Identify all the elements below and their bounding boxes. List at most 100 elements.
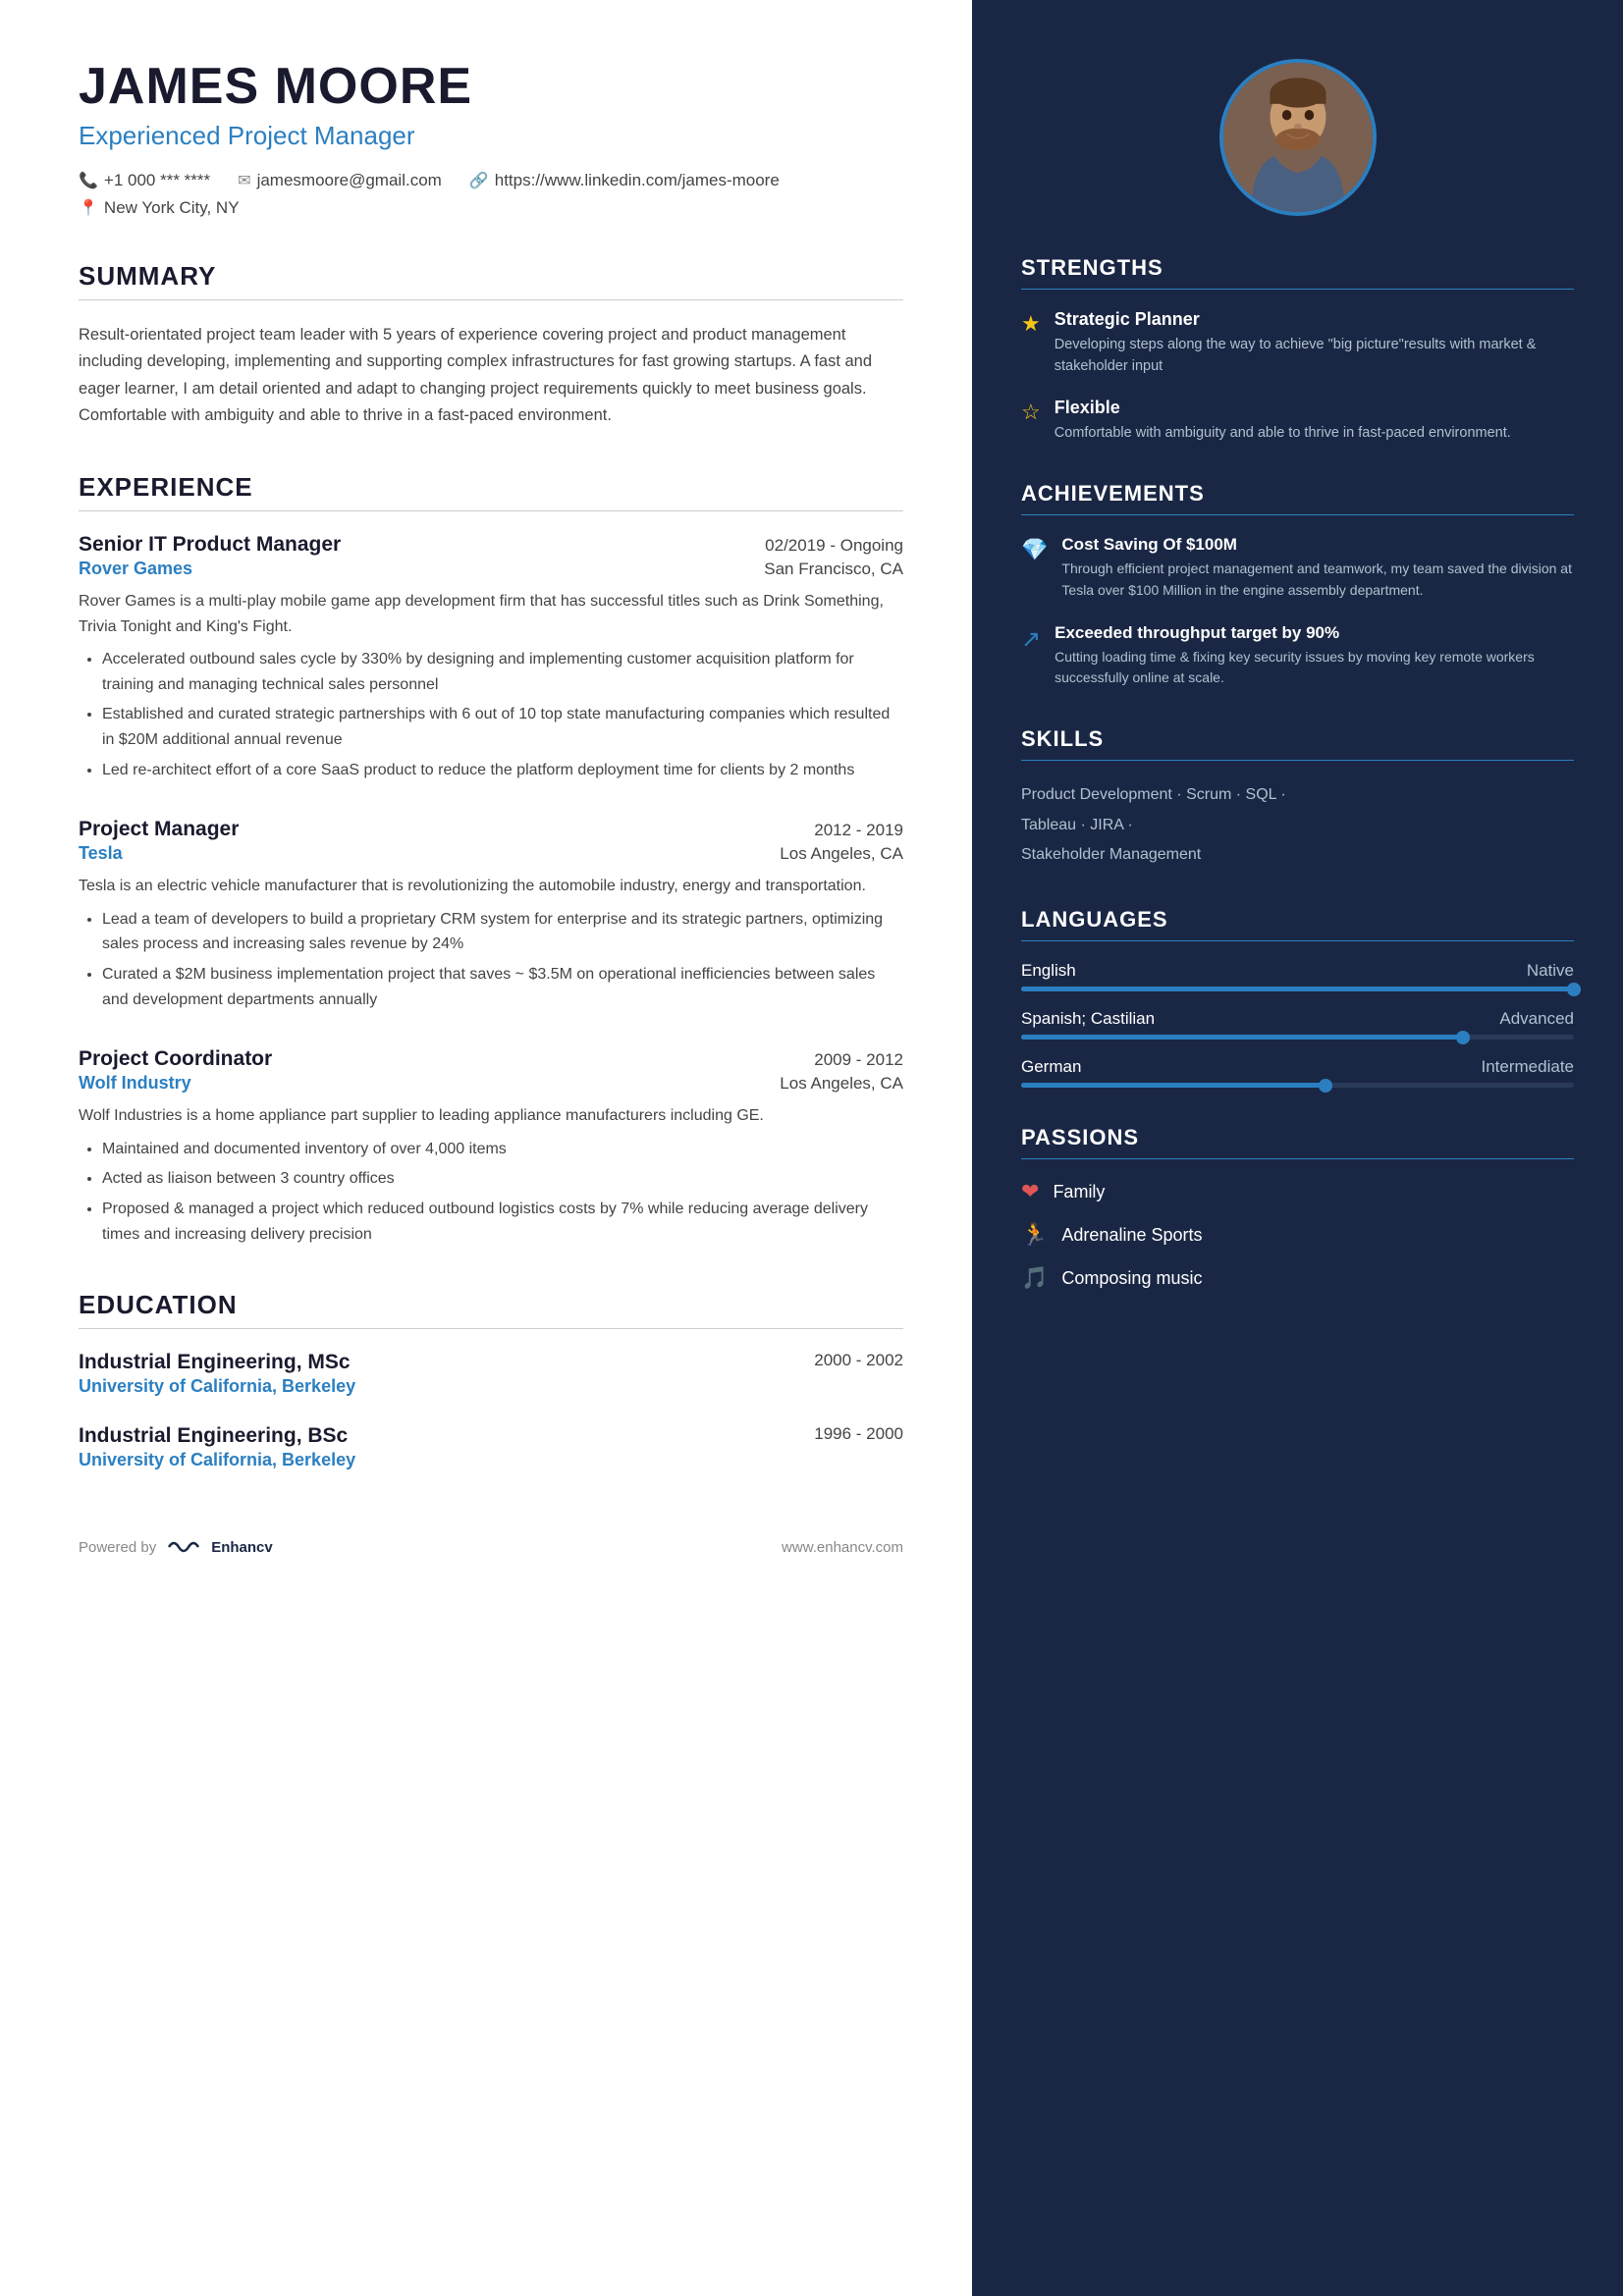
achievement-title-1: Cost Saving Of $100M [1061,535,1574,555]
link-icon: 🔗 [469,171,489,190]
achievement-title-2: Exceeded throughput target by 90% [1055,623,1574,643]
job-company-3: Wolf Industry [79,1073,191,1094]
job-role-1: Senior IT Product Manager [79,533,341,557]
enhancv-logo-icon [164,1537,203,1557]
passion-item-family: ❤ Family [1021,1179,1574,1204]
bullet-2-0: Lead a team of developers to build a pro… [102,907,903,957]
page-footer: Powered by Enhancv www.enhancv.com [79,1498,903,1557]
location-contact: 📍 New York City, NY [79,198,240,218]
candidate-title: Experienced Project Manager [79,121,903,151]
achievement-desc-1: Through efficient project management and… [1061,559,1574,601]
lang-row-german: German Intermediate [1021,1057,1574,1077]
footer-left: Powered by Enhancv [79,1537,273,1557]
passion-label-family: Family [1053,1182,1105,1202]
lang-bar-english [1021,987,1574,991]
job-entry-1: Senior IT Product Manager 02/2019 - Ongo… [79,533,903,782]
bullet-2-1: Curated a $2M business implementation pr… [102,962,903,1012]
strength-content-1: Strategic Planner Developing steps along… [1055,309,1574,378]
edu-entry-2: Industrial Engineering, BSc 1996 - 2000 … [79,1424,903,1470]
education-title: EDUCATION [79,1290,903,1329]
skills-text: Product Development · Scrum · SQL · Tabl… [1021,780,1574,870]
edu-header-2: Industrial Engineering, BSc 1996 - 2000 [79,1424,903,1448]
music-icon: 🎵 [1021,1265,1048,1291]
experience-section: EXPERIENCE Senior IT Product Manager 02/… [79,472,903,1247]
job-header-2: Project Manager 2012 - 2019 [79,818,903,841]
language-item-german: German Intermediate [1021,1057,1574,1088]
location-text: New York City, NY [104,198,240,218]
lang-level-spanish: Advanced [1499,1009,1574,1029]
star-outline-icon: ☆ [1021,400,1041,425]
summary-text: Result-orientated project team leader wi… [79,322,903,429]
bullet-3-0: Maintained and documented inventory of o… [102,1137,903,1162]
strength-item-1: ★ Strategic Planner Developing steps alo… [1021,309,1574,378]
avatar-placeholder [1223,63,1373,212]
lang-bar-fill-german [1021,1083,1325,1088]
summary-section: SUMMARY Result-orientated project team l… [79,261,903,429]
strength-title-2: Flexible [1055,398,1511,418]
job-entry-2: Project Manager 2012 - 2019 Tesla Los An… [79,818,903,1012]
job-dates-1: 02/2019 - Ongoing [765,536,903,556]
job-company-2: Tesla [79,843,123,864]
footer-website: www.enhancv.com [782,1539,903,1556]
job-dates-3: 2009 - 2012 [814,1050,903,1070]
lang-bar-dot-spanish [1456,1031,1470,1044]
linkedin-contact[interactable]: 🔗 https://www.linkedin.com/james-moore [469,171,780,190]
job-bullets-1: Accelerated outbound sales cycle by 330%… [79,647,903,782]
bullet-1-0: Accelerated outbound sales cycle by 330%… [102,647,903,697]
lang-name-spanish: Spanish; Castilian [1021,1009,1155,1029]
skills-section: SKILLS Product Development · Scrum · SQL… [1021,726,1574,870]
job-desc-2: Tesla is an electric vehicle manufacture… [79,874,903,899]
heart-icon: ❤ [1021,1179,1039,1204]
strength-title-1: Strategic Planner [1055,309,1574,330]
job-role-2: Project Manager [79,818,239,841]
strength-desc-2: Comfortable with ambiguity and able to t… [1055,422,1511,444]
email-contact: ✉ jamesmoore@gmail.com [238,171,442,190]
passion-item-adrenaline: 🏃 Adrenaline Sports [1021,1222,1574,1248]
achievement-content-1: Cost Saving Of $100M Through efficient p… [1061,535,1574,601]
arrow-up-icon: ↗ [1021,625,1041,654]
job-company-row-1: Rover Games San Francisco, CA [79,559,903,579]
edu-school-1: University of California, Berkeley [79,1376,903,1397]
achievement-item-2: ↗ Exceeded throughput target by 90% Cutt… [1021,623,1574,689]
edu-entry-1: Industrial Engineering, MSc 2000 - 2002 … [79,1351,903,1397]
linkedin-url: https://www.linkedin.com/james-moore [495,171,780,190]
avatar-container [1021,59,1574,216]
lang-row-spanish: Spanish; Castilian Advanced [1021,1009,1574,1029]
job-bullets-3: Maintained and documented inventory of o… [79,1137,903,1247]
job-bullets-2: Lead a team of developers to build a pro… [79,907,903,1012]
strengths-section: STRENGTHS ★ Strategic Planner Developing… [1021,255,1574,444]
job-location-1: San Francisco, CA [764,560,903,579]
brand-name: Enhancv [211,1539,273,1556]
languages-title: LANGUAGES [1021,907,1574,941]
powered-by-label: Powered by [79,1539,156,1556]
achievement-content-2: Exceeded throughput target by 90% Cuttin… [1055,623,1574,689]
star-filled-icon: ★ [1021,311,1041,337]
job-company-row-2: Tesla Los Angeles, CA [79,843,903,864]
resume-header: JAMES MOORE Experienced Project Manager … [79,59,903,218]
passion-item-music: 🎵 Composing music [1021,1265,1574,1291]
achievement-desc-2: Cutting loading time & fixing key securi… [1055,647,1574,689]
phone-icon: 📞 [79,171,98,190]
skills-line-1: Product Development · Scrum · SQL · [1021,780,1574,810]
job-company-1: Rover Games [79,559,192,579]
languages-section: LANGUAGES English Native Spanish; Castil… [1021,907,1574,1088]
language-item-english: English Native [1021,961,1574,991]
running-icon: 🏃 [1021,1222,1048,1248]
job-desc-1: Rover Games is a multi-play mobile game … [79,589,903,639]
achievements-section: ACHIEVEMENTS 💎 Cost Saving Of $100M Thro… [1021,481,1574,689]
location-icon: 📍 [79,198,98,218]
strengths-title: STRENGTHS [1021,255,1574,290]
candidate-name: JAMES MOORE [79,59,903,115]
lang-name-german: German [1021,1057,1081,1077]
job-dates-2: 2012 - 2019 [814,821,903,840]
lang-name-english: English [1021,961,1076,981]
edu-years-2: 1996 - 2000 [814,1424,903,1448]
passions-section: PASSIONS ❤ Family 🏃 Adrenaline Sports 🎵 … [1021,1125,1574,1291]
bullet-1-2: Led re-architect effort of a core SaaS p… [102,758,903,783]
diamond-icon: 💎 [1021,537,1048,562]
job-role-3: Project Coordinator [79,1047,272,1071]
job-header-3: Project Coordinator 2009 - 2012 [79,1047,903,1071]
phone-contact: 📞 +1 000 *** **** [79,171,210,190]
strength-content-2: Flexible Comfortable with ambiguity and … [1055,398,1511,444]
lang-level-english: Native [1527,961,1574,981]
